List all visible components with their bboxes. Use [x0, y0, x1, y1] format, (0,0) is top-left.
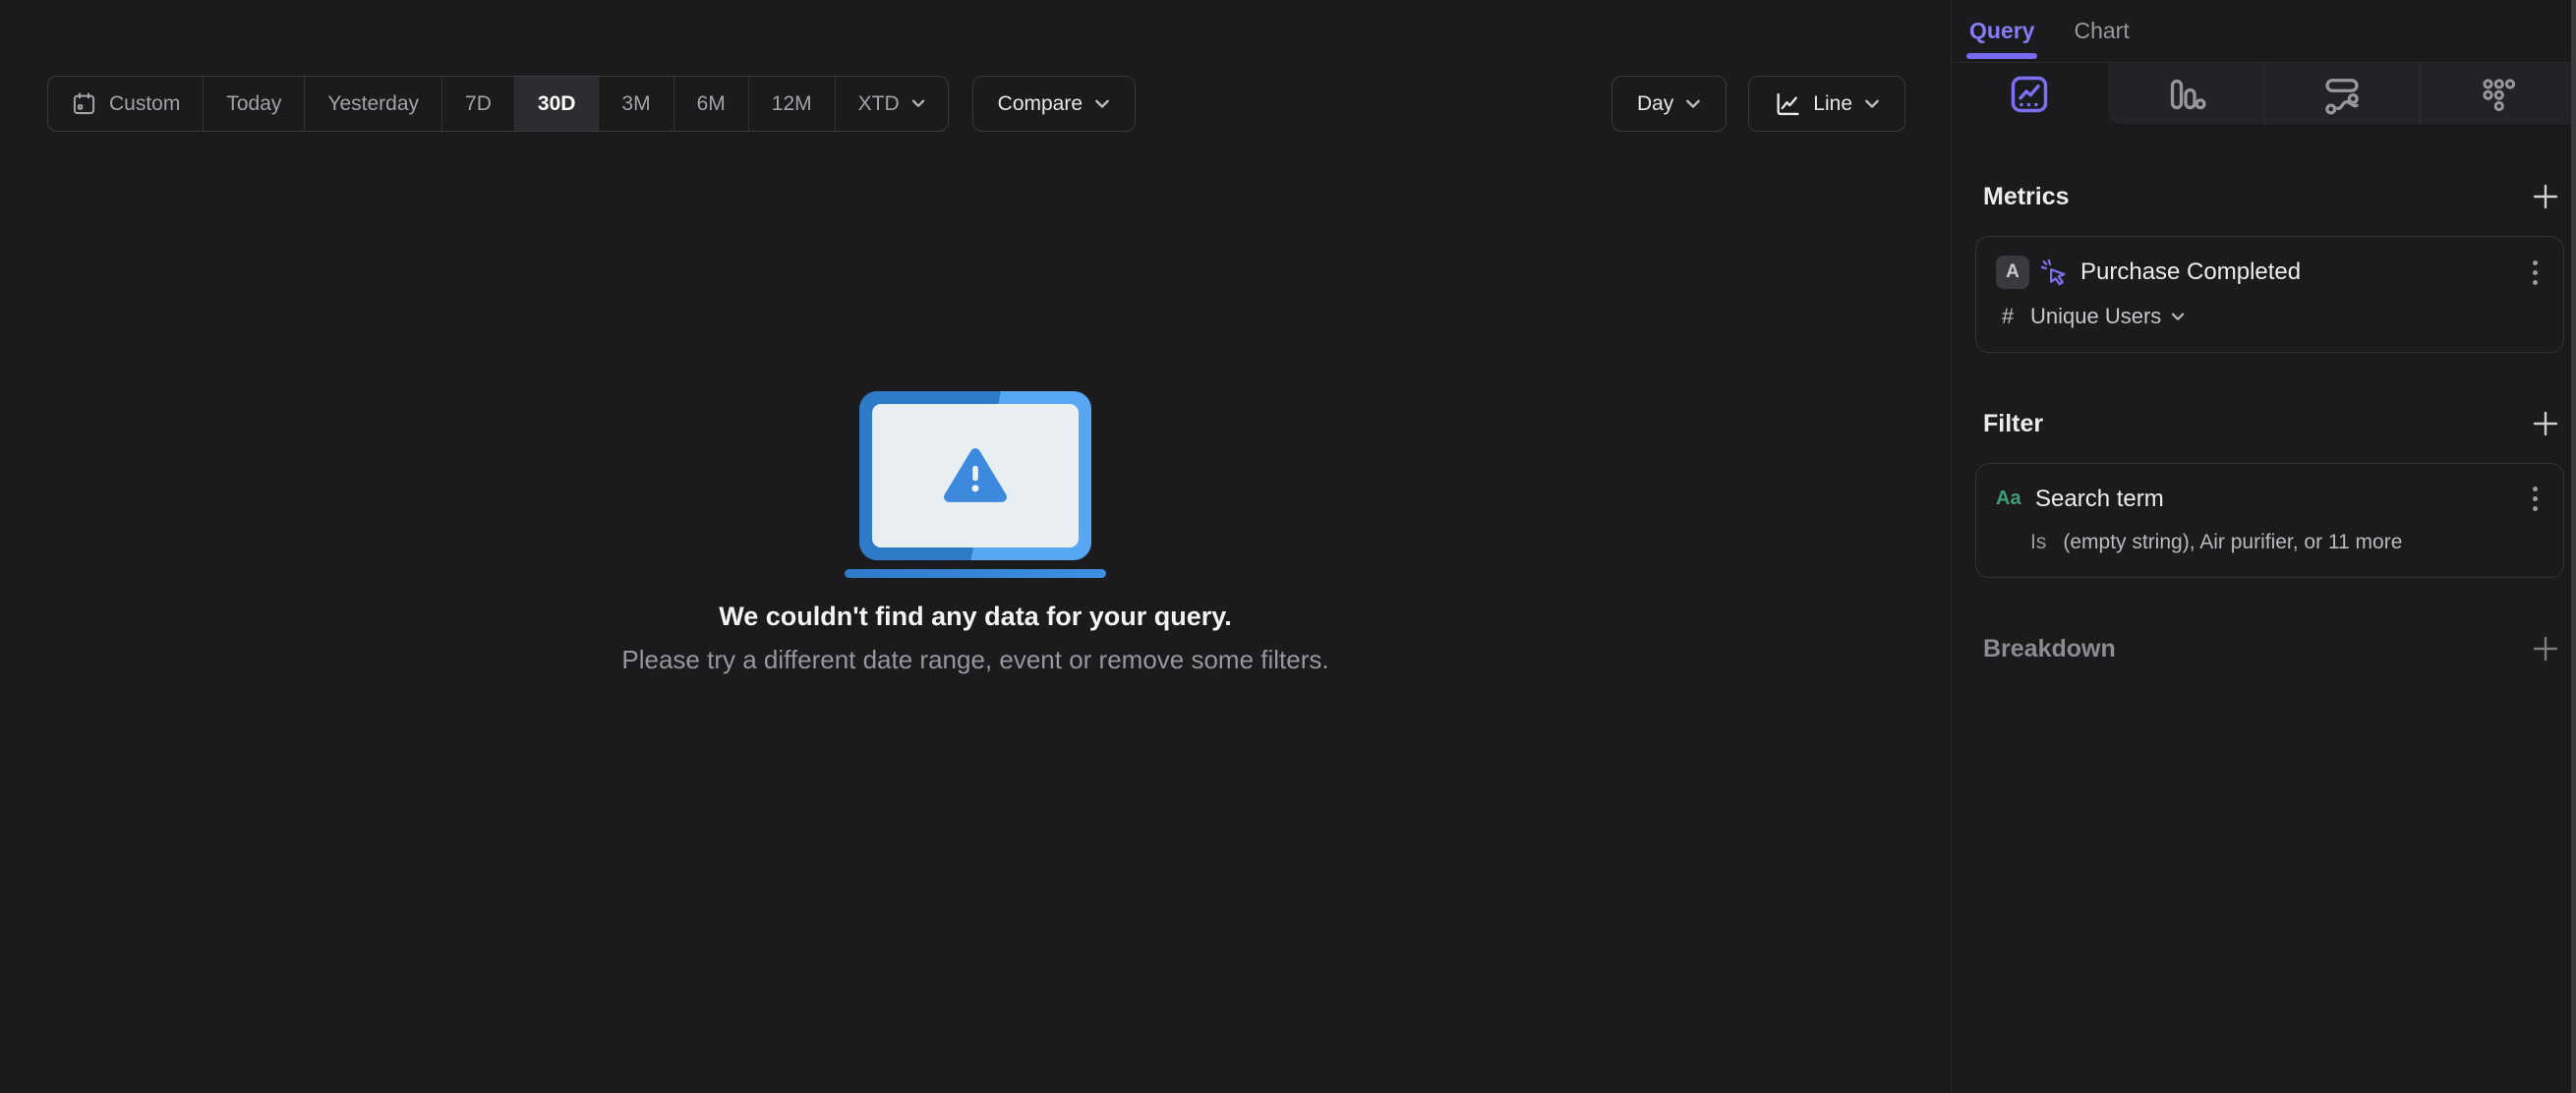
add-breakdown-icon[interactable]: [2531, 634, 2560, 663]
date-range-3m[interactable]: 3M: [599, 77, 674, 131]
date-range-6m[interactable]: 6M: [674, 77, 749, 131]
filter-property-name[interactable]: Search term: [2035, 486, 2164, 513]
chevron-down-icon[interactable]: [2171, 313, 2185, 321]
view-tab-retention[interactable]: [2419, 63, 2576, 125]
calendar-icon: [73, 92, 95, 115]
metric-options-menu-icon[interactable]: [2527, 257, 2544, 289]
aggregation-selector[interactable]: Unique Users: [2030, 304, 2161, 329]
date-range-12m[interactable]: 12M: [749, 77, 836, 131]
filter-title: Filter: [1983, 409, 2044, 437]
report-main-area: Custom Today Yesterday 7D 30D 3M 6M 12M …: [0, 0, 1951, 1093]
date-range-today[interactable]: Today: [204, 77, 306, 131]
view-type-tabs: [1952, 63, 2576, 126]
date-range-custom[interactable]: Custom: [48, 77, 205, 131]
metric-card[interactable]: A Purchase Completed # Unique Users: [1975, 236, 2564, 353]
filter-section-header: Filter: [1983, 409, 2560, 438]
breakdown-title: Breakdown: [1983, 634, 2116, 662]
line-chart-icon: [1777, 92, 1799, 115]
query-builder-content: Metrics A Purchase Completed # Unique Us…: [1952, 182, 2576, 663]
date-range-label: Custom: [109, 91, 181, 115]
metric-letter-badge: A: [1996, 256, 2029, 289]
window-scrollbar[interactable]: [2571, 0, 2576, 1093]
chevron-down-icon: [1095, 99, 1109, 108]
filter-operator[interactable]: Is: [2030, 531, 2046, 554]
query-builder-panel: Query Chart Metrics A Purchase Completed…: [1951, 0, 2576, 1093]
empty-state-subtitle: Please try a different date range, event…: [621, 645, 1329, 674]
compare-button[interactable]: Compare: [971, 76, 1137, 132]
warning-triangle-icon: [944, 448, 1007, 502]
aggregation-symbol: #: [2002, 304, 2015, 328]
flows-icon: [2325, 78, 2359, 115]
filter-row: Aa Search term: [1996, 483, 2544, 515]
date-range-30d[interactable]: 30D: [514, 77, 600, 131]
insights-line-chart-icon: [2012, 76, 2048, 113]
date-range-segmented-control: Custom Today Yesterday 7D 30D 3M 6M 12M …: [47, 76, 949, 132]
date-range-xtd[interactable]: XTD: [836, 77, 948, 131]
tab-query[interactable]: Query: [1965, 0, 2038, 62]
view-tab-insights-active[interactable]: [1952, 63, 2108, 126]
chevron-down-icon: [911, 99, 924, 107]
toolbar-right-controls: Day Line: [1610, 76, 1905, 132]
laptop-base: [845, 569, 1106, 578]
string-property-type-icon: Aa: [1996, 488, 2021, 509]
event-cursor-click-icon: [2040, 259, 2066, 286]
chart-type-dropdown[interactable]: Line: [1748, 76, 1905, 132]
chevron-down-icon: [1686, 99, 1701, 108]
add-filter-icon[interactable]: [2531, 409, 2560, 438]
view-tab-flows[interactable]: [2262, 63, 2420, 125]
date-range-7d[interactable]: 7D: [442, 77, 515, 131]
filter-values[interactable]: (empty string), Air purifier, or 11 more: [2063, 531, 2402, 554]
metric-event-name[interactable]: Purchase Completed: [2080, 259, 2301, 286]
laptop-screen: [872, 404, 1079, 547]
metrics-title: Metrics: [1983, 182, 2070, 210]
add-metric-icon[interactable]: [2531, 182, 2560, 211]
tab-chart[interactable]: Chart: [2074, 0, 2129, 62]
filter-card[interactable]: Aa Search term Is (empty string), Air pu…: [1975, 463, 2564, 578]
metric-aggregation-row: # Unique Users: [1996, 304, 2544, 329]
breakdown-section-header: Breakdown: [1983, 634, 2560, 663]
interval-dropdown[interactable]: Day: [1610, 76, 1727, 132]
empty-state: We couldn't find any data for your query…: [0, 391, 1951, 675]
bar-chart-icon: [2170, 79, 2206, 109]
laptop-warning-illustration: [859, 391, 1091, 560]
metrics-section-header: Metrics: [1983, 182, 2560, 211]
date-range-yesterday[interactable]: Yesterday: [305, 77, 443, 131]
report-toolbar: Custom Today Yesterday 7D 30D 3M 6M 12M …: [47, 76, 1905, 132]
view-tab-bar-chart[interactable]: [2108, 63, 2263, 125]
analytics-app: Custom Today Yesterday 7D 30D 3M 6M 12M …: [0, 0, 2576, 1093]
metric-row: A Purchase Completed: [1996, 256, 2544, 289]
panel-tab-bar: Query Chart: [1952, 0, 2576, 63]
view-tabs-inactive-group: [2107, 63, 2576, 126]
filter-condition-row: Is (empty string), Air purifier, or 11 m…: [1996, 531, 2544, 554]
empty-state-title: We couldn't find any data for your query…: [719, 602, 1232, 631]
chevron-down-icon: [1865, 99, 1879, 108]
retention-dots-icon: [2483, 78, 2516, 111]
filter-options-menu-icon[interactable]: [2527, 483, 2544, 515]
